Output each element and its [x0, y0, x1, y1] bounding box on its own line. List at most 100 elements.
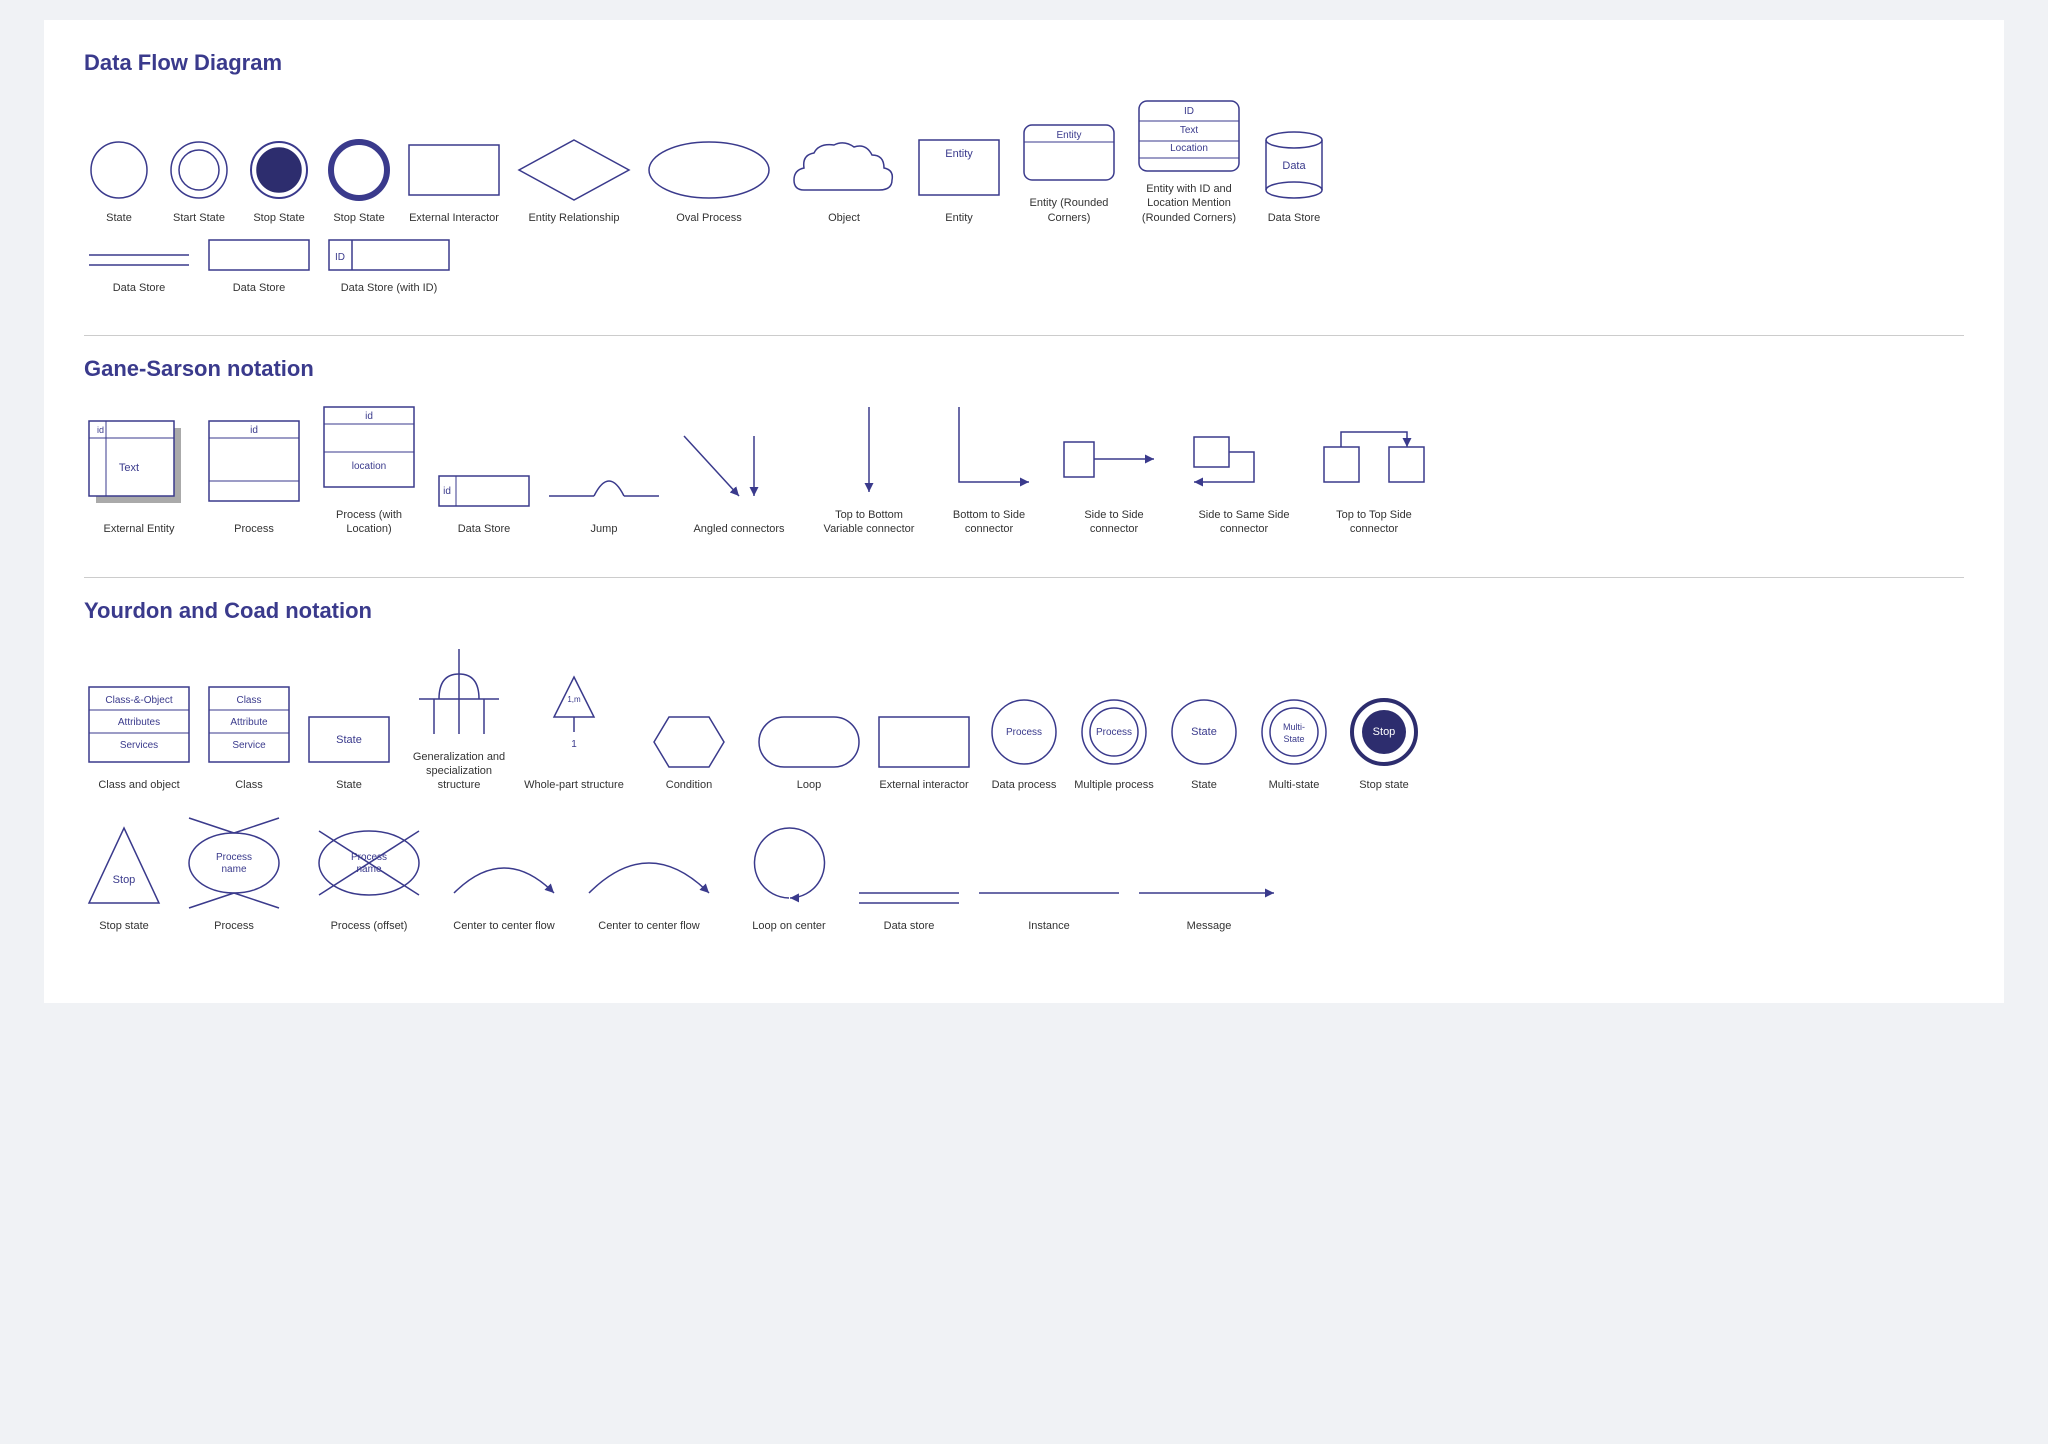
gs-jump-svg: [544, 456, 664, 516]
yc-generalization-label: Generalization and specialization struct…: [404, 750, 514, 793]
symbol-data-store-id: ID Data Store (with ID): [324, 235, 454, 295]
gs-symbol-bottom-side: Bottom to Side connector: [934, 402, 1044, 537]
data-store-box-svg: [204, 235, 314, 275]
symbol-external-interactor: External Interactor: [404, 135, 504, 225]
yc-class-object-svg: Class-&-Object Attributes Services: [84, 682, 194, 772]
data-store-id-label: Data Store (with ID): [341, 281, 438, 295]
yc-data-store2-svg: [854, 873, 964, 913]
svg-text:State: State: [1283, 734, 1304, 744]
svg-text:id: id: [250, 425, 258, 436]
svg-text:Location: Location: [1170, 143, 1208, 154]
gs-data-store-label: Data Store: [458, 522, 511, 536]
section-yc: Yourdon and Coad notation Class-&-Object…: [84, 598, 1964, 933]
svg-text:location: location: [352, 461, 386, 472]
yc-process-name-label: Process: [214, 919, 254, 933]
entity-with-id-label: Entity with ID and Location Mention (Rou…: [1134, 182, 1244, 225]
gs-process-location-label: Process (with Location): [314, 508, 424, 537]
svg-text:id: id: [97, 425, 104, 435]
divider-1: [84, 335, 1964, 336]
svg-text:id: id: [443, 486, 451, 497]
svg-text:Service: Service: [232, 740, 266, 751]
yc-symbol-loop: Loop: [754, 712, 864, 792]
yc-instance-label: Instance: [1028, 919, 1070, 933]
yc-row-1: Class-&-Object Attributes Services Class…: [84, 644, 1964, 793]
yc-center-flow1-svg: [444, 833, 564, 913]
yc-whole-part-label: Whole-part structure: [524, 778, 624, 792]
yc-generalization-svg: [409, 644, 509, 744]
yc-center-flow2-label: Center to center flow: [598, 919, 700, 933]
gs-symbol-data-store: id Data Store: [434, 466, 534, 536]
yc-class-object-label: Class and object: [98, 778, 179, 792]
svg-text:Process: Process: [351, 852, 387, 863]
stop-state-2-svg: [324, 135, 394, 205]
yc-stop-state2-label: Stop state: [99, 919, 149, 933]
gs-top-bottom-svg: [829, 402, 909, 502]
yc-symbol-process-offset: Process name Process (offset): [304, 813, 434, 933]
symbol-data-store-line: Data Store: [84, 235, 194, 295]
svg-text:name: name: [356, 864, 381, 875]
yc-multistate-svg: Multi- State: [1254, 692, 1334, 772]
data-store-cylinder-svg: Data: [1254, 125, 1334, 205]
svg-text:State: State: [336, 734, 362, 746]
svg-text:Text: Text: [1180, 125, 1199, 136]
yc-symbol-instance: Instance: [974, 873, 1124, 933]
state-svg: [84, 135, 154, 205]
gs-symbol-side-same: Side to Same Side connector: [1184, 422, 1304, 537]
dfd-row-2: Data Store Data Store ID Data Store (wit…: [84, 235, 1964, 295]
yc-symbol-whole-part: 1,m 1 Whole-part structure: [524, 672, 624, 792]
entity-relationship-label: Entity Relationship: [528, 211, 619, 225]
entity-relationship-svg: [514, 135, 634, 205]
svg-text:1: 1: [571, 739, 577, 750]
svg-text:1,m: 1,m: [567, 695, 581, 704]
gs-symbol-angled: Angled connectors: [674, 416, 804, 536]
yc-class-label: Class: [235, 778, 263, 792]
yc-symbol-multistate: Multi- State Multi-state: [1254, 692, 1334, 792]
svg-text:Attributes: Attributes: [118, 717, 160, 728]
stop-state-1-svg: [244, 135, 314, 205]
gs-process-location-svg: id location: [319, 402, 419, 502]
section-dfd: Data Flow Diagram State Start State: [84, 50, 1964, 295]
yc-symbol-state2: State State: [1164, 692, 1244, 792]
gs-bottom-side-svg: [939, 402, 1039, 502]
gs-process-svg: id: [204, 416, 304, 516]
section-yc-title: Yourdon and Coad notation: [84, 598, 1964, 624]
svg-text:Process: Process: [1096, 727, 1132, 738]
gs-symbol-process: id Process: [204, 416, 304, 536]
svg-text:Class-&-Object: Class-&-Object: [105, 695, 172, 706]
oval-process-label: Oval Process: [676, 211, 741, 225]
start-state-svg: [164, 135, 234, 205]
gs-process-label: Process: [234, 522, 274, 536]
gs-top-top-label: Top to Top Side connector: [1319, 508, 1429, 537]
yc-symbol-center-flow2: Center to center flow: [574, 823, 724, 933]
symbol-entity-relationship: Entity Relationship: [514, 135, 634, 225]
gs-side-same-label: Side to Same Side connector: [1189, 508, 1299, 537]
yc-center-flow1-label: Center to center flow: [453, 919, 555, 933]
yc-state2-label: State: [1191, 778, 1217, 792]
yc-external-interactor-svg: [874, 712, 974, 772]
section-gs-title: Gane-Sarson notation: [84, 356, 1964, 382]
symbol-entity-plain: Entity Entity: [914, 135, 1004, 225]
yc-instance-svg: [974, 873, 1124, 913]
divider-2: [84, 577, 1964, 578]
gs-external-entity-svg: id Text: [84, 416, 194, 516]
entity-plain-label: Entity: [945, 211, 973, 225]
yc-condition-svg: [634, 712, 744, 772]
svg-text:Services: Services: [120, 740, 158, 751]
yc-condition-label: Condition: [666, 778, 712, 792]
yc-data-store2-label: Data store: [884, 919, 935, 933]
gs-angled-svg: [674, 416, 804, 516]
object-svg: [784, 135, 904, 205]
yc-message-svg: [1134, 873, 1284, 913]
yc-external-interactor-label: External interactor: [879, 778, 968, 792]
yc-symbol-message: Message: [1134, 873, 1284, 933]
yc-state-label: State: [336, 778, 362, 792]
svg-text:Entity: Entity: [1056, 130, 1081, 141]
entity-with-id-svg: ID Text Location: [1134, 96, 1244, 176]
svg-text:Text: Text: [119, 462, 139, 474]
yc-symbol-condition: Condition: [634, 712, 744, 792]
gs-row-1: id Text External Entity id Process: [84, 402, 1964, 537]
gs-side-side-label: Side to Side connector: [1059, 508, 1169, 537]
yc-symbol-class: Class Attribute Service Class: [204, 682, 294, 792]
symbol-state: State: [84, 135, 154, 225]
section-gs: Gane-Sarson notation id Text External En…: [84, 356, 1964, 537]
